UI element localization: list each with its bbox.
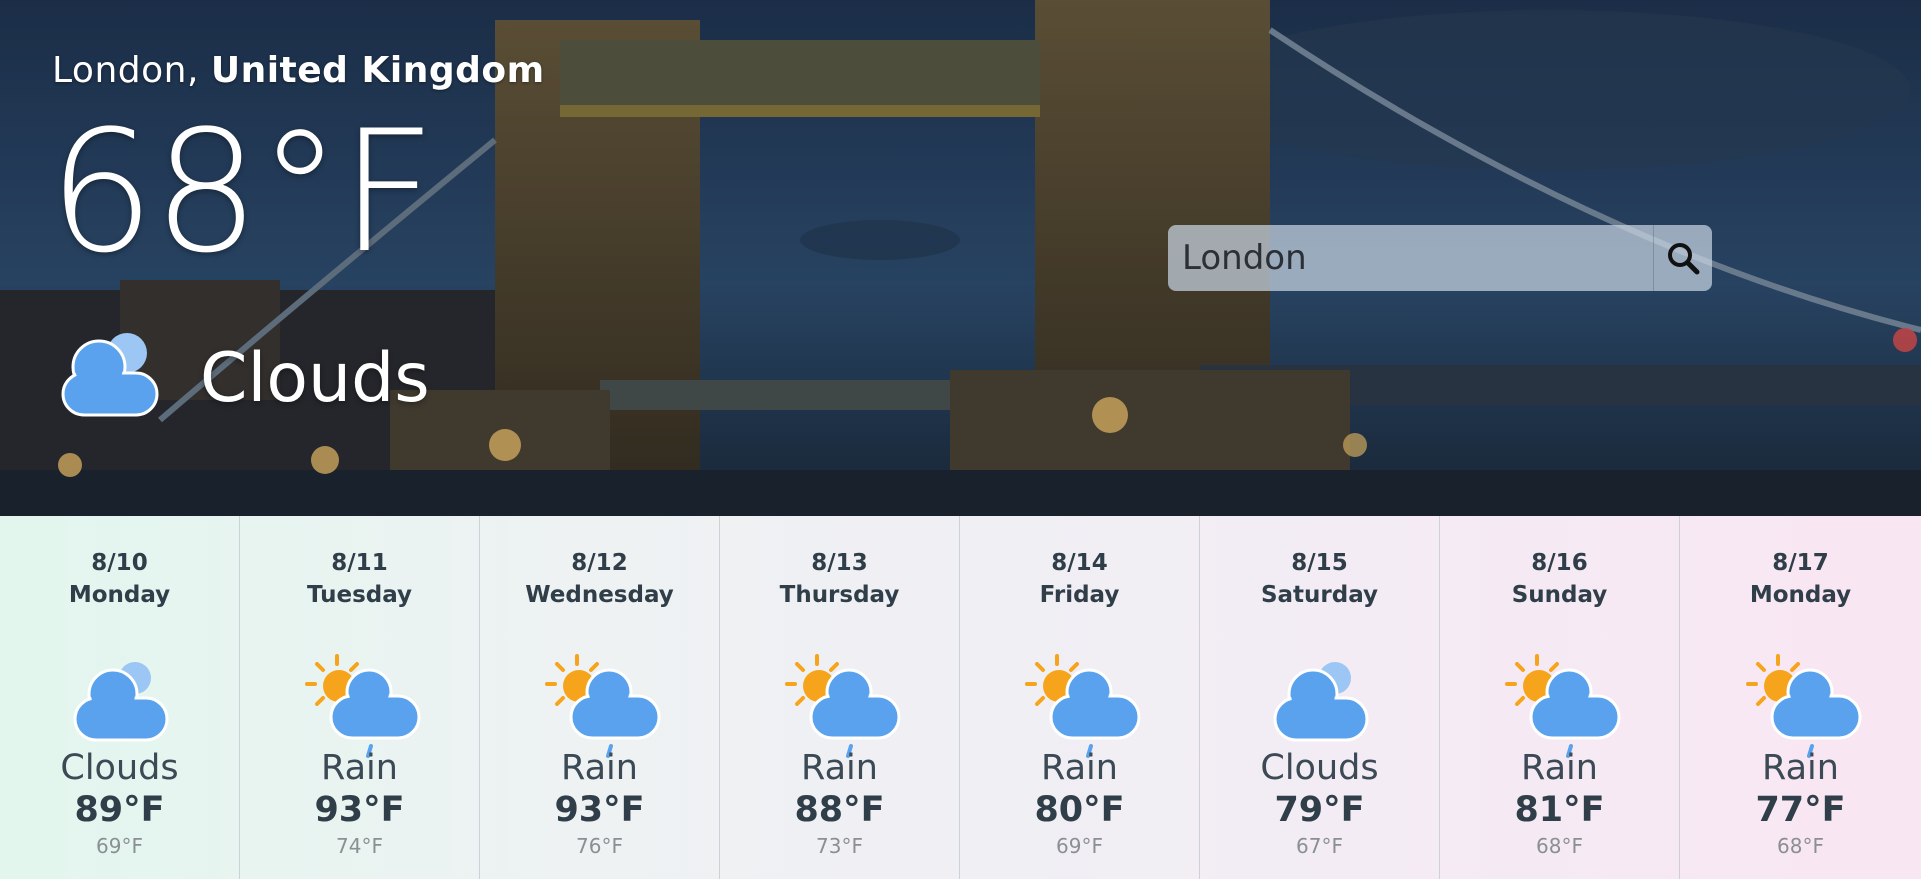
sun-rain-icon xyxy=(544,654,660,758)
forecast-list: 8/10 Monday Clouds 89°F 69°F 8/11 Tuesda… xyxy=(0,516,1921,879)
forecast-high-temp: 81°F xyxy=(1514,790,1605,830)
forecast-high-temp: 88°F xyxy=(794,790,885,830)
forecast-date: 8/15 xyxy=(1291,550,1348,576)
forecast-day-card: 8/12 Wednesday Rain 93°F 76°F xyxy=(480,516,720,879)
forecast-low-temp: 69°F xyxy=(96,834,143,858)
forecast-high-temp: 93°F xyxy=(554,790,645,830)
forecast-date: 8/16 xyxy=(1531,550,1588,576)
forecast-condition: Clouds xyxy=(1260,748,1379,788)
clouds-icon xyxy=(1273,662,1368,742)
forecast-day-name: Wednesday xyxy=(525,582,674,608)
forecast-day-card: 8/11 Tuesday Rain 93°F 74°F xyxy=(240,516,480,879)
forecast-low-temp: 73°F xyxy=(816,834,863,858)
current-condition: Clouds xyxy=(200,339,430,418)
forecast-condition: Rain xyxy=(1762,748,1839,788)
search-input[interactable] xyxy=(1168,225,1653,291)
forecast-day-card: 8/14 Friday Rain 80°F 69°F xyxy=(960,516,1200,879)
sun-rain-icon xyxy=(1745,654,1861,758)
forecast-condition: Rain xyxy=(1521,748,1598,788)
forecast-high-temp: 77°F xyxy=(1755,790,1846,830)
search-button[interactable] xyxy=(1653,225,1712,291)
sun-rain-icon xyxy=(784,654,900,758)
search-icon xyxy=(1668,243,1700,275)
sun-rain-icon xyxy=(1024,654,1140,758)
forecast-condition: Rain xyxy=(801,748,878,788)
forecast-day-name: Thursday xyxy=(779,582,900,608)
forecast-day-name: Monday xyxy=(1749,582,1852,608)
forecast-day-card: 8/17 Monday Rain 77°F 68°F xyxy=(1680,516,1921,879)
forecast-day-card: 8/15 Saturday Clouds 79°F 67°F xyxy=(1200,516,1440,879)
forecast-day-name: Monday xyxy=(68,582,171,608)
forecast-day-card: 8/13 Thursday Rain 88°F 73°F xyxy=(720,516,960,879)
forecast-high-temp: 79°F xyxy=(1274,790,1365,830)
forecast-high-temp: 89°F xyxy=(74,790,165,830)
forecast-day-card: 8/10 Monday Clouds 89°F 69°F xyxy=(0,516,240,879)
forecast-high-temp: 80°F xyxy=(1034,790,1125,830)
country-name: United Kingdom xyxy=(210,50,545,91)
hero-background: London, United Kingdom 68°F Clouds xyxy=(0,0,1921,516)
sun-rain-icon xyxy=(304,654,420,758)
forecast-day-card: 8/16 Sunday Rain 81°F 68°F xyxy=(1440,516,1680,879)
current-temperature: 68°F xyxy=(48,94,436,290)
forecast-condition: Clouds xyxy=(60,748,179,788)
sun-rain-icon xyxy=(1504,654,1620,758)
forecast-low-temp: 68°F xyxy=(1536,834,1583,858)
forecast-day-name: Tuesday xyxy=(306,582,413,608)
forecast-day-name: Friday xyxy=(1039,582,1120,608)
forecast-date: 8/10 xyxy=(91,550,148,576)
forecast-low-temp: 67°F xyxy=(1296,834,1343,858)
clouds-icon xyxy=(73,662,168,742)
forecast-day-name: Saturday xyxy=(1260,582,1379,608)
location-label: London, United Kingdom xyxy=(52,50,545,91)
forecast-date: 8/14 xyxy=(1051,550,1108,576)
forecast-low-temp: 69°F xyxy=(1056,834,1103,858)
search-bar xyxy=(1168,225,1712,291)
city-name: London, xyxy=(52,50,199,91)
clouds-icon xyxy=(61,333,159,417)
forecast-day-name: Sunday xyxy=(1511,582,1608,608)
forecast-condition: Rain xyxy=(1041,748,1118,788)
forecast-low-temp: 76°F xyxy=(576,834,623,858)
forecast-low-temp: 68°F xyxy=(1777,834,1824,858)
forecast-date: 8/11 xyxy=(331,550,388,576)
forecast-condition: Rain xyxy=(561,748,638,788)
forecast-date: 8/12 xyxy=(571,550,628,576)
forecast-condition: Rain xyxy=(321,748,398,788)
forecast-low-temp: 74°F xyxy=(336,834,383,858)
forecast-date: 8/13 xyxy=(811,550,868,576)
forecast-high-temp: 93°F xyxy=(314,790,405,830)
forecast-date: 8/17 xyxy=(1772,550,1829,576)
